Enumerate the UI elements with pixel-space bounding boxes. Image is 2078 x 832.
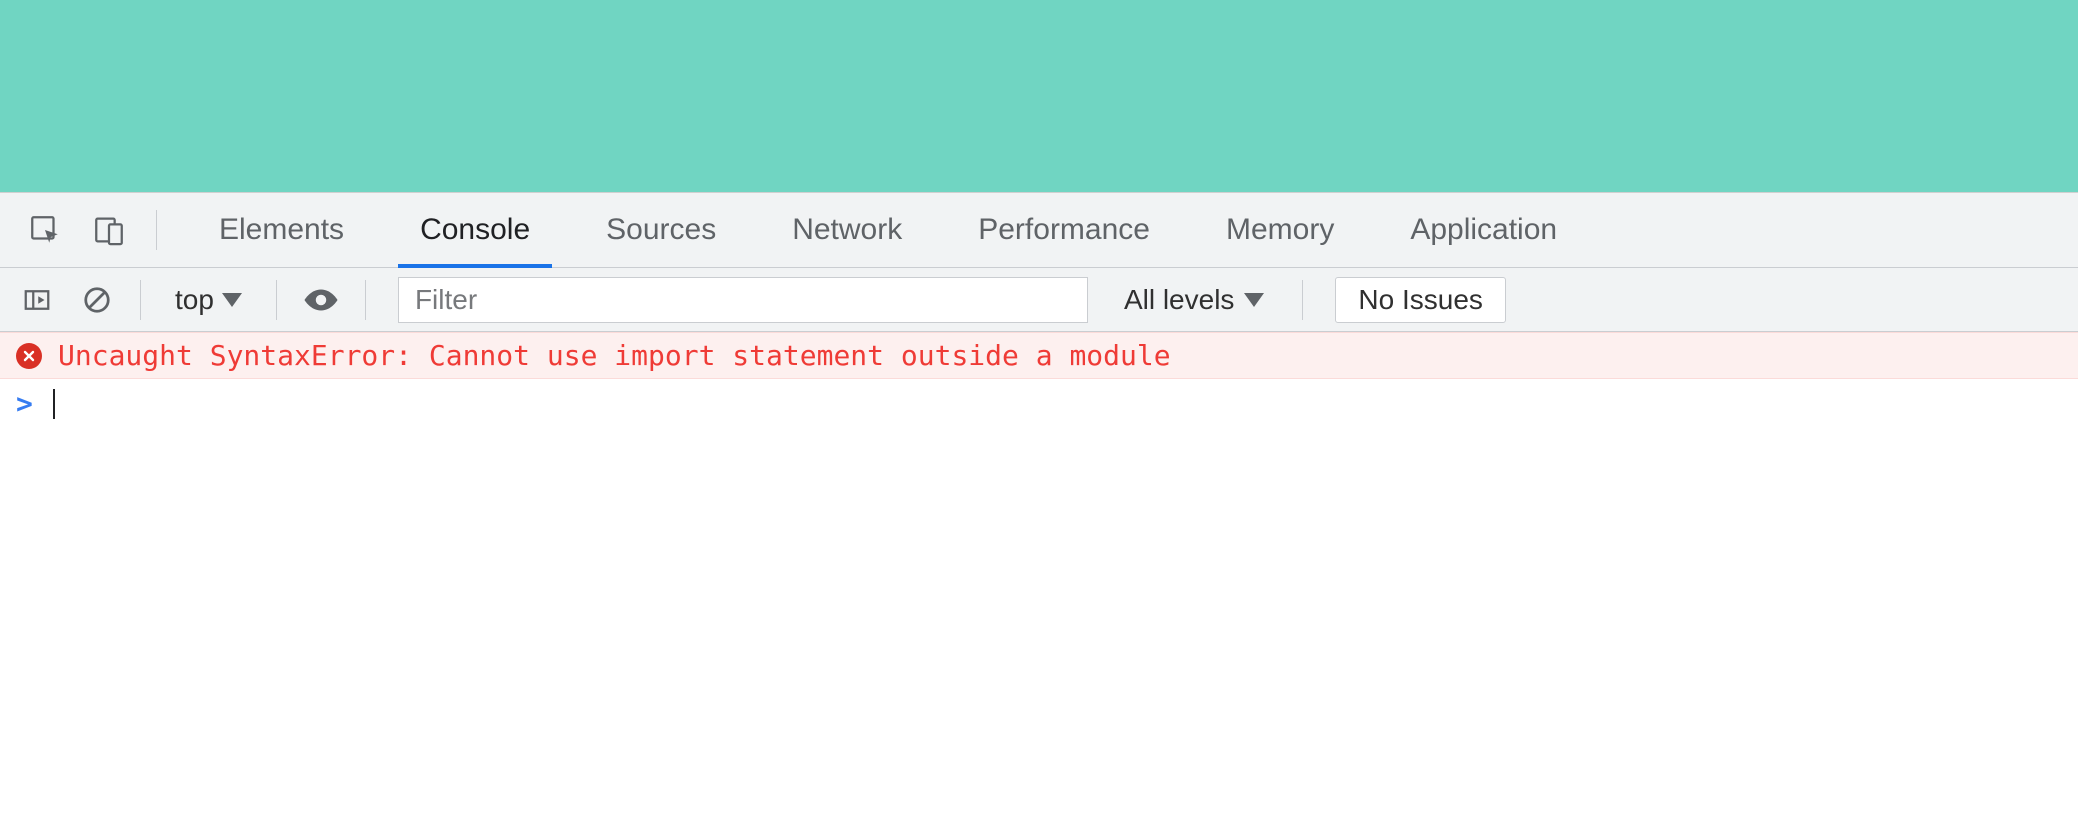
levels-label: All levels bbox=[1124, 284, 1234, 316]
tab-console[interactable]: Console bbox=[382, 193, 568, 267]
tab-elements[interactable]: Elements bbox=[181, 193, 382, 267]
tab-memory[interactable]: Memory bbox=[1188, 193, 1372, 267]
console-output: Uncaught SyntaxError: Cannot use import … bbox=[0, 332, 2078, 428]
chevron-down-icon bbox=[222, 293, 242, 307]
toolbar-divider bbox=[140, 280, 141, 320]
tab-sources[interactable]: Sources bbox=[568, 193, 754, 267]
clear-console-button[interactable] bbox=[78, 281, 116, 319]
toolbar-divider bbox=[365, 280, 366, 320]
console-prompt-row[interactable]: > bbox=[0, 379, 2078, 428]
console-toolbar: top All levels No Issues bbox=[0, 268, 2078, 332]
tab-performance[interactable]: Performance bbox=[940, 193, 1188, 267]
error-icon bbox=[16, 343, 42, 369]
toggle-sidebar-button[interactable] bbox=[18, 281, 56, 319]
issues-button[interactable]: No Issues bbox=[1335, 277, 1506, 323]
prompt-chevron-icon: > bbox=[16, 387, 33, 420]
toolbar-divider bbox=[276, 280, 277, 320]
toolbar-divider bbox=[156, 210, 157, 250]
console-error-row[interactable]: Uncaught SyntaxError: Cannot use import … bbox=[0, 332, 2078, 379]
toolbar-divider bbox=[1302, 280, 1303, 320]
tab-application[interactable]: Application bbox=[1372, 193, 1595, 267]
device-toggle-button[interactable] bbox=[86, 207, 132, 253]
context-label: top bbox=[175, 284, 214, 316]
tab-network[interactable]: Network bbox=[754, 193, 940, 267]
error-message: Uncaught SyntaxError: Cannot use import … bbox=[58, 339, 1171, 372]
chevron-down-icon bbox=[1244, 293, 1264, 307]
inspect-element-button[interactable] bbox=[22, 207, 68, 253]
filter-input[interactable] bbox=[398, 277, 1088, 323]
input-cursor bbox=[53, 389, 55, 419]
execution-context-select[interactable]: top bbox=[165, 284, 252, 316]
page-content-area bbox=[0, 0, 2078, 192]
main-tabs-bar: Elements Console Sources Network Perform… bbox=[0, 192, 2078, 268]
live-expression-button[interactable] bbox=[301, 280, 341, 320]
log-levels-select[interactable]: All levels bbox=[1110, 284, 1278, 316]
devtools-panel: Elements Console Sources Network Perform… bbox=[0, 192, 2078, 428]
